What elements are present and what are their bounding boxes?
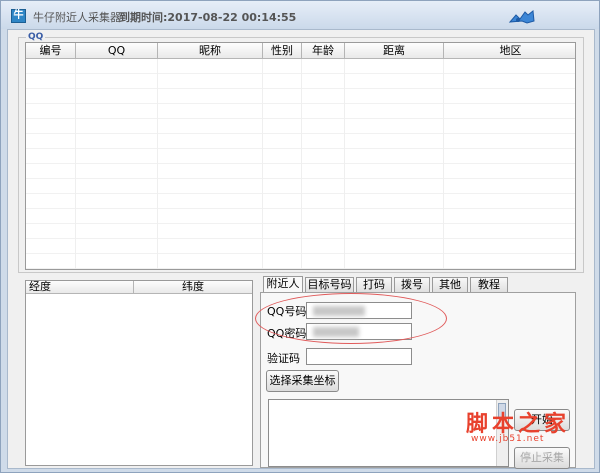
column-header-gender[interactable]: 性别 — [263, 43, 302, 59]
results-table[interactable]: 编号 QQ 昵称 性别 年龄 距离 地区 — [25, 42, 576, 270]
coordinates-table[interactable]: 经度 纬度 — [25, 280, 253, 466]
tab-dial[interactable]: 拨号 — [394, 277, 430, 293]
column-header-id[interactable]: 编号 — [26, 43, 76, 59]
column-divider — [262, 59, 263, 269]
tab-captcha[interactable]: 打码 — [356, 277, 392, 293]
column-divider — [301, 59, 302, 269]
tab-tutorial[interactable]: 教程 — [470, 277, 508, 293]
window-title: 牛仔附近人采集器 — [33, 11, 121, 24]
highlight-ellipse — [255, 293, 447, 344]
app-icon: 牛 — [11, 9, 26, 23]
column-divider — [157, 59, 158, 269]
site-watermark-url: www.jb51.net — [471, 434, 545, 444]
column-header-latitude[interactable]: 纬度 — [134, 281, 252, 294]
tab-target-numbers[interactable]: 目标号码 — [305, 277, 354, 293]
column-header-region[interactable]: 地区 — [444, 43, 575, 59]
column-header-age[interactable]: 年龄 — [302, 43, 345, 59]
captcha-label: 验证码 — [267, 352, 300, 365]
close-icon[interactable] — [507, 9, 537, 26]
column-header-qq[interactable]: QQ — [76, 43, 158, 59]
column-divider — [443, 59, 444, 269]
column-header-distance[interactable]: 距离 — [345, 43, 444, 59]
column-header-nickname[interactable]: 昵称 — [158, 43, 263, 59]
tab-other[interactable]: 其他 — [432, 277, 468, 293]
column-header-longitude[interactable]: 经度 — [26, 281, 134, 294]
select-coords-button[interactable]: 选择采集坐标 — [266, 370, 339, 392]
title-bar[interactable]: 牛 牛仔附近人采集器 到期时间:2017-08-22 00:14:55 — [1, 1, 599, 29]
qq-group-label: QQ — [26, 32, 46, 42]
stop-collect-button[interactable]: 停止采集 — [514, 447, 570, 469]
expiry-time: 到期时间:2017-08-22 00:14:55 — [119, 11, 297, 24]
captcha-field[interactable] — [306, 348, 412, 365]
app-window: 牛 牛仔附近人采集器 到期时间:2017-08-22 00:14:55 QQ 编… — [0, 0, 600, 473]
results-table-header: 编号 QQ 昵称 性别 年龄 距离 地区 — [26, 43, 575, 59]
coordinates-table-header: 经度 纬度 — [26, 281, 252, 294]
column-divider — [75, 59, 76, 269]
column-divider — [344, 59, 345, 269]
